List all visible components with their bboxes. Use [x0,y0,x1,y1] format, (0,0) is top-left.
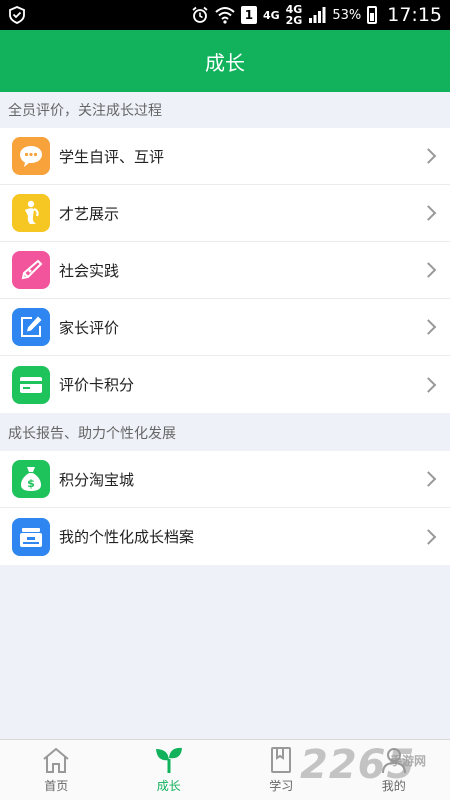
card-icon [12,365,50,404]
svg-text:$: $ [27,477,35,490]
status-bar: 1 4G 4G 2G 53% 17:15 [0,0,450,30]
shield-check-icon [9,6,25,24]
edit-icon [12,308,50,346]
signal-icon [309,7,326,23]
home-icon [43,747,69,773]
app-header: 成长 [0,30,450,92]
page-title: 成长 [205,50,245,75]
wifi-icon [215,7,235,24]
list-item-label: 家长评价 [59,318,120,337]
list-item-label: 社会实践 [59,261,120,280]
section-title-evaluation: 全员评价，关注成长过程 [0,92,450,128]
evaluation-list: 学生自评、互评 才艺展示 社会实践 家长评价 评价卡积分 [0,128,450,413]
list-item-growth-archive[interactable]: 我的个性化成长档案 [0,508,450,565]
list-item-label: 我的个性化成长档案 [59,528,195,546]
chevron-right-icon [420,205,437,221]
clock: 17:15 [387,4,442,26]
archive-icon [12,517,50,556]
book-icon [271,747,292,773]
sprout-icon [155,747,182,773]
chat-bubble-icon [12,137,50,175]
chevron-right-icon [420,148,437,164]
list-item-self-evaluation[interactable]: 学生自评、互评 [0,128,450,185]
section-title-report: 成长报告、助力个性化发展 [0,415,450,451]
alarm-icon [192,6,208,23]
chevron-right-icon [420,319,437,335]
list-item-label: 才艺展示 [59,204,120,223]
chevron-right-icon [420,262,437,278]
list-item-social-practice[interactable]: 社会实践 [0,242,450,299]
pen-icon [12,251,50,289]
person-talent-icon [12,194,50,232]
network-type-secondary: 4G 2G [285,3,303,27]
report-list: $ 积分淘宝城 我的个性化成长档案 [0,451,450,565]
network-type-primary: 4G [262,8,280,22]
sim-slot-badge: 1 [240,6,257,24]
list-item-label: 学生自评、互评 [59,147,165,166]
list-item-points-mall[interactable]: $ 积分淘宝城 [0,451,450,508]
tab-label: 学习 [269,779,294,793]
list-item-parent-evaluation[interactable]: 家长评价 [0,299,450,356]
list-item-label: 评价卡积分 [59,376,135,394]
money-bag-icon: $ [12,460,50,498]
battery-percentage: 53% [332,7,362,23]
list-item-card-points[interactable]: 评价卡积分 [0,356,450,413]
tab-label: 成长 [156,779,181,793]
chevron-right-icon [420,471,437,487]
chevron-right-icon [420,376,437,393]
tab-label: 首页 [44,779,69,793]
list-item-talent-show[interactable]: 才艺展示 [0,185,450,242]
tab-growth[interactable]: 成长 [113,740,226,800]
list-item-label: 积分淘宝城 [59,470,135,489]
battery-icon [367,6,378,24]
tab-home[interactable]: 首页 [0,740,113,800]
chevron-right-icon [420,528,437,545]
watermark-text: 手游网 [390,754,427,768]
